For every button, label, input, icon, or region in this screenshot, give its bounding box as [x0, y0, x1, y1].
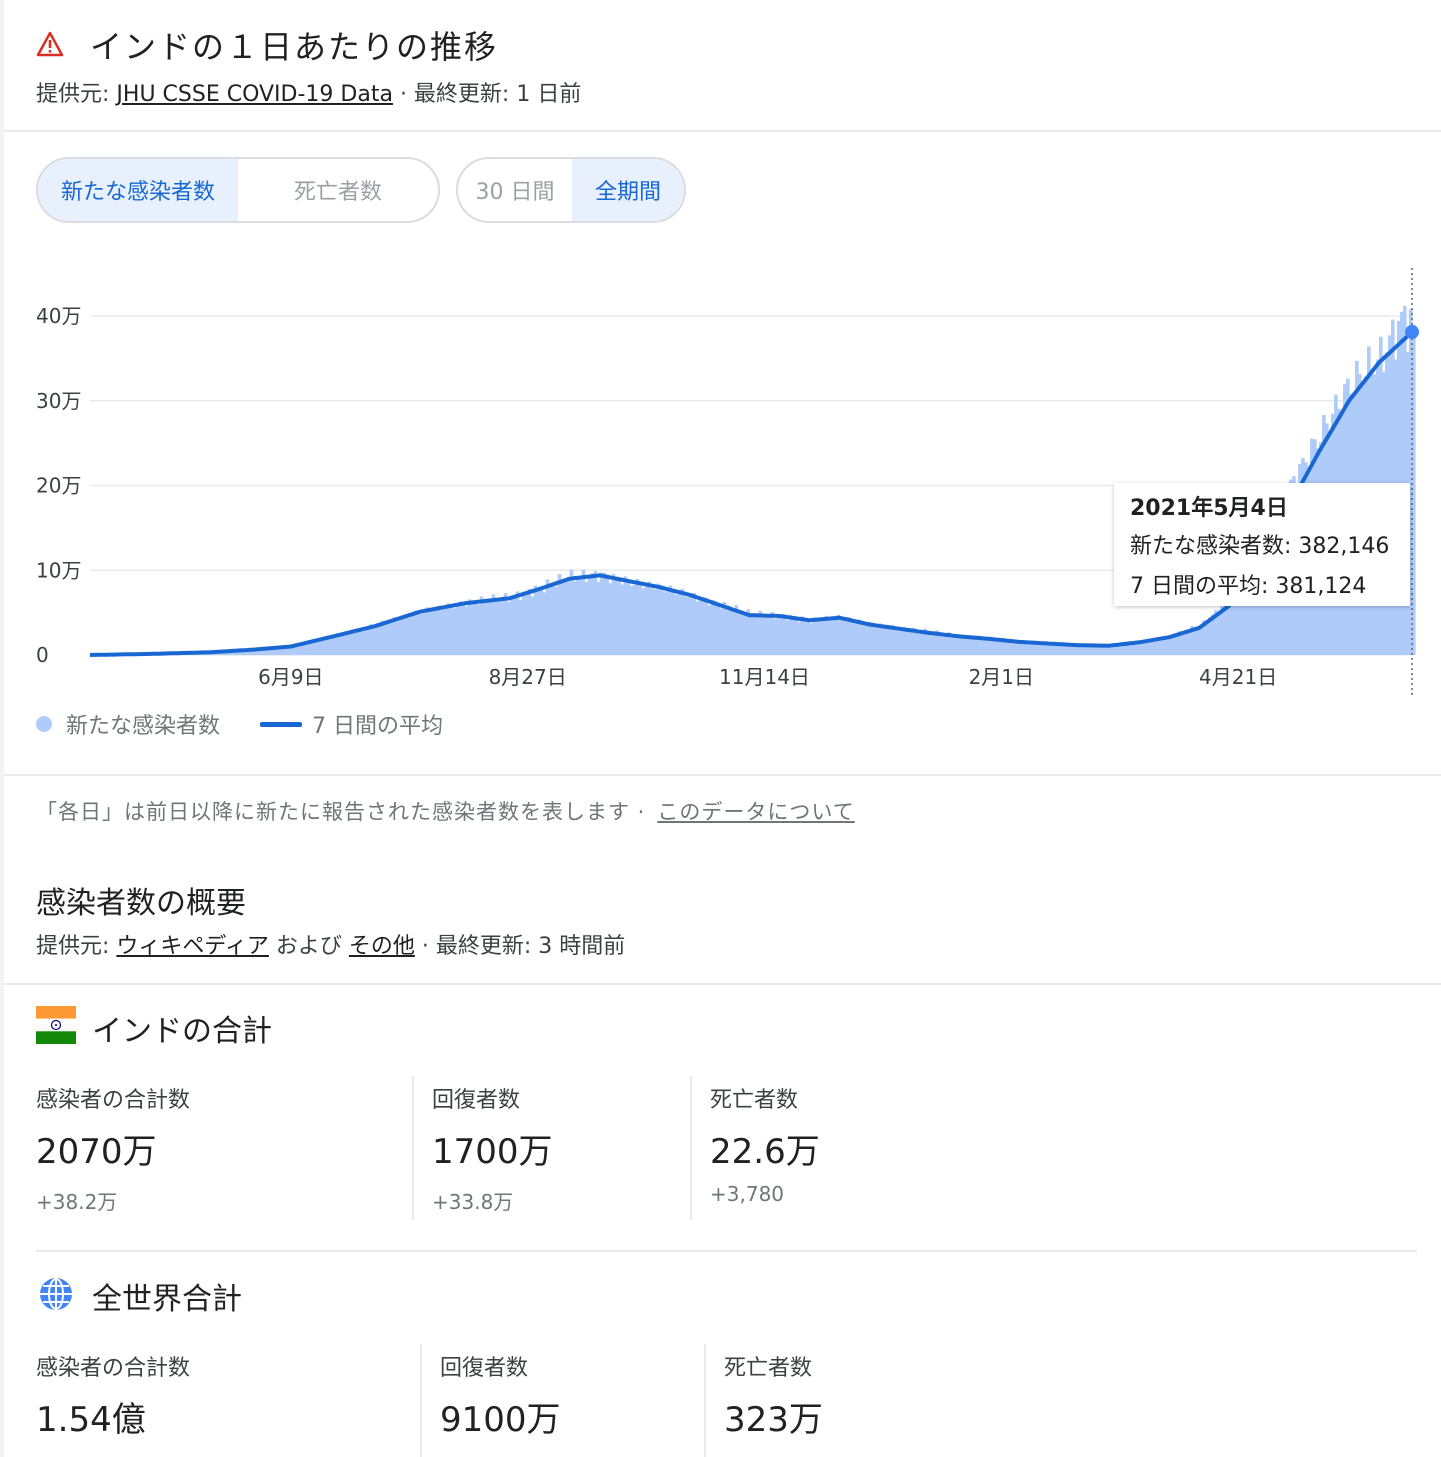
india-recovered-delta: +33.8万	[432, 1190, 514, 1214]
y-tick-label: 0	[36, 643, 49, 667]
left-edge-rule	[0, 0, 4, 1457]
world-recovered-value: 9100万	[440, 1400, 561, 1440]
chart-legend: 新たな感染者数 7 日間の平均	[36, 708, 443, 740]
range-toggle: 30 日間 全期間	[456, 157, 686, 223]
india-cases-delta: +38.2万	[36, 1190, 118, 1214]
tooltip-average: 7 日間の平均: 381,124	[1130, 574, 1367, 599]
summary-title: 感染者数の概要	[36, 886, 246, 921]
x-tick-label: 2月1日	[969, 665, 1034, 689]
warning-icon	[36, 31, 64, 57]
x-tick-label: 4月21日	[1199, 665, 1277, 689]
world-cases-value: 1.54億	[36, 1400, 146, 1440]
y-tick-label: 30万	[36, 389, 81, 413]
world-recovered-label: 回復者数	[440, 1356, 529, 1381]
summary-source-prefix: 提供元:	[36, 934, 117, 959]
india-cases-value: 2070万	[36, 1132, 157, 1172]
source-link-wikipedia[interactable]: ウィキペディア	[116, 934, 268, 959]
x-tick-label: 8月27日	[489, 665, 567, 689]
tooltip-cases: 新たな感染者数: 382,146	[1130, 534, 1390, 559]
source-prefix: 提供元:	[36, 82, 117, 107]
tab-30-days[interactable]: 30 日間	[458, 159, 572, 221]
about-data-link[interactable]: このデータについて	[657, 800, 854, 824]
y-tick-label: 20万	[36, 474, 81, 498]
column-separator	[420, 1344, 422, 1457]
column-separator	[690, 1076, 692, 1220]
cursor-point	[1405, 324, 1419, 339]
x-tick-label: 6月9日	[258, 665, 323, 689]
divider	[4, 130, 1441, 132]
y-tick-label: 10万	[36, 558, 81, 582]
legend-bars-label: 新たな感染者数	[66, 714, 221, 739]
divider	[4, 983, 1441, 985]
source-link-jhu[interactable]: JHU CSSE COVID-19 Data	[116, 82, 393, 107]
chart-tooltip: 2021年5月4日 新たな感染者数: 382,146 7 日間の平均: 381,…	[1114, 483, 1410, 606]
india-deaths-delta: +3,780	[710, 1182, 785, 1206]
world-deaths-value: 323万	[724, 1400, 823, 1440]
tab-all-time[interactable]: 全期間	[572, 159, 684, 221]
source-link-others[interactable]: その他	[349, 934, 415, 959]
world-deaths-label: 死亡者数	[724, 1356, 813, 1381]
legend-line-swatch	[260, 721, 303, 727]
divider	[36, 1250, 1417, 1252]
india-total-title: インドの合計	[92, 1014, 272, 1049]
india-cases-label: 感染者の合計数	[36, 1088, 191, 1113]
and-text: および	[268, 934, 349, 959]
data-source-line: 提供元: JHU CSSE COVID-19 Data · 最終更新: 1 日前	[36, 76, 581, 108]
india-recovered-value: 1700万	[432, 1132, 553, 1172]
column-separator	[412, 1076, 414, 1220]
y-axis-labels: 0 10万 20万 30万 40万	[36, 304, 81, 667]
globe-icon	[40, 1278, 72, 1310]
x-axis-labels: 6月9日 8月27日 11月14日 2月1日 4月21日	[258, 665, 1277, 689]
world-cases-label: 感染者の合計数	[36, 1356, 191, 1381]
summary-source-line: 提供元: ウィキペディア および その他 · 最終更新: 3 時間前	[36, 928, 625, 960]
legend-bar-swatch	[36, 716, 52, 732]
india-deaths-value: 22.6万	[710, 1132, 820, 1172]
tab-deaths[interactable]: 死亡者数	[238, 159, 438, 221]
summary-updated: · 最終更新: 3 時間前	[414, 934, 626, 959]
metric-toggle: 新たな感染者数 死亡者数	[36, 157, 440, 223]
india-deaths-label: 死亡者数	[710, 1088, 799, 1113]
note-text: 「各日」は前日以降に新たに報告された感染者数を表します ·	[36, 800, 646, 824]
world-total-title: 全世界合計	[92, 1282, 242, 1317]
india-recovered-label: 回復者数	[432, 1088, 521, 1113]
column-separator	[704, 1344, 706, 1457]
cases-chart[interactable]: 0 10万 20万 30万 40万 6月9日 8月27日 11月14日 2月1日 4月21日	[0, 260, 1441, 700]
page-title: インドの１日あたりの推移	[90, 28, 499, 66]
india-flag-icon	[36, 1006, 76, 1044]
divider	[4, 774, 1441, 776]
data-note: 「各日」は前日以降に新たに報告された感染者数を表します · このデータについて	[36, 796, 855, 826]
tooltip-date: 2021年5月4日	[1130, 496, 1288, 521]
y-tick-label: 40万	[36, 304, 81, 328]
tab-new-cases[interactable]: 新たな感染者数	[38, 159, 238, 221]
last-updated: · 最終更新: 1 日前	[392, 82, 582, 107]
legend-line-label: 7 日間の平均	[312, 714, 444, 739]
x-tick-label: 11月14日	[719, 665, 810, 689]
